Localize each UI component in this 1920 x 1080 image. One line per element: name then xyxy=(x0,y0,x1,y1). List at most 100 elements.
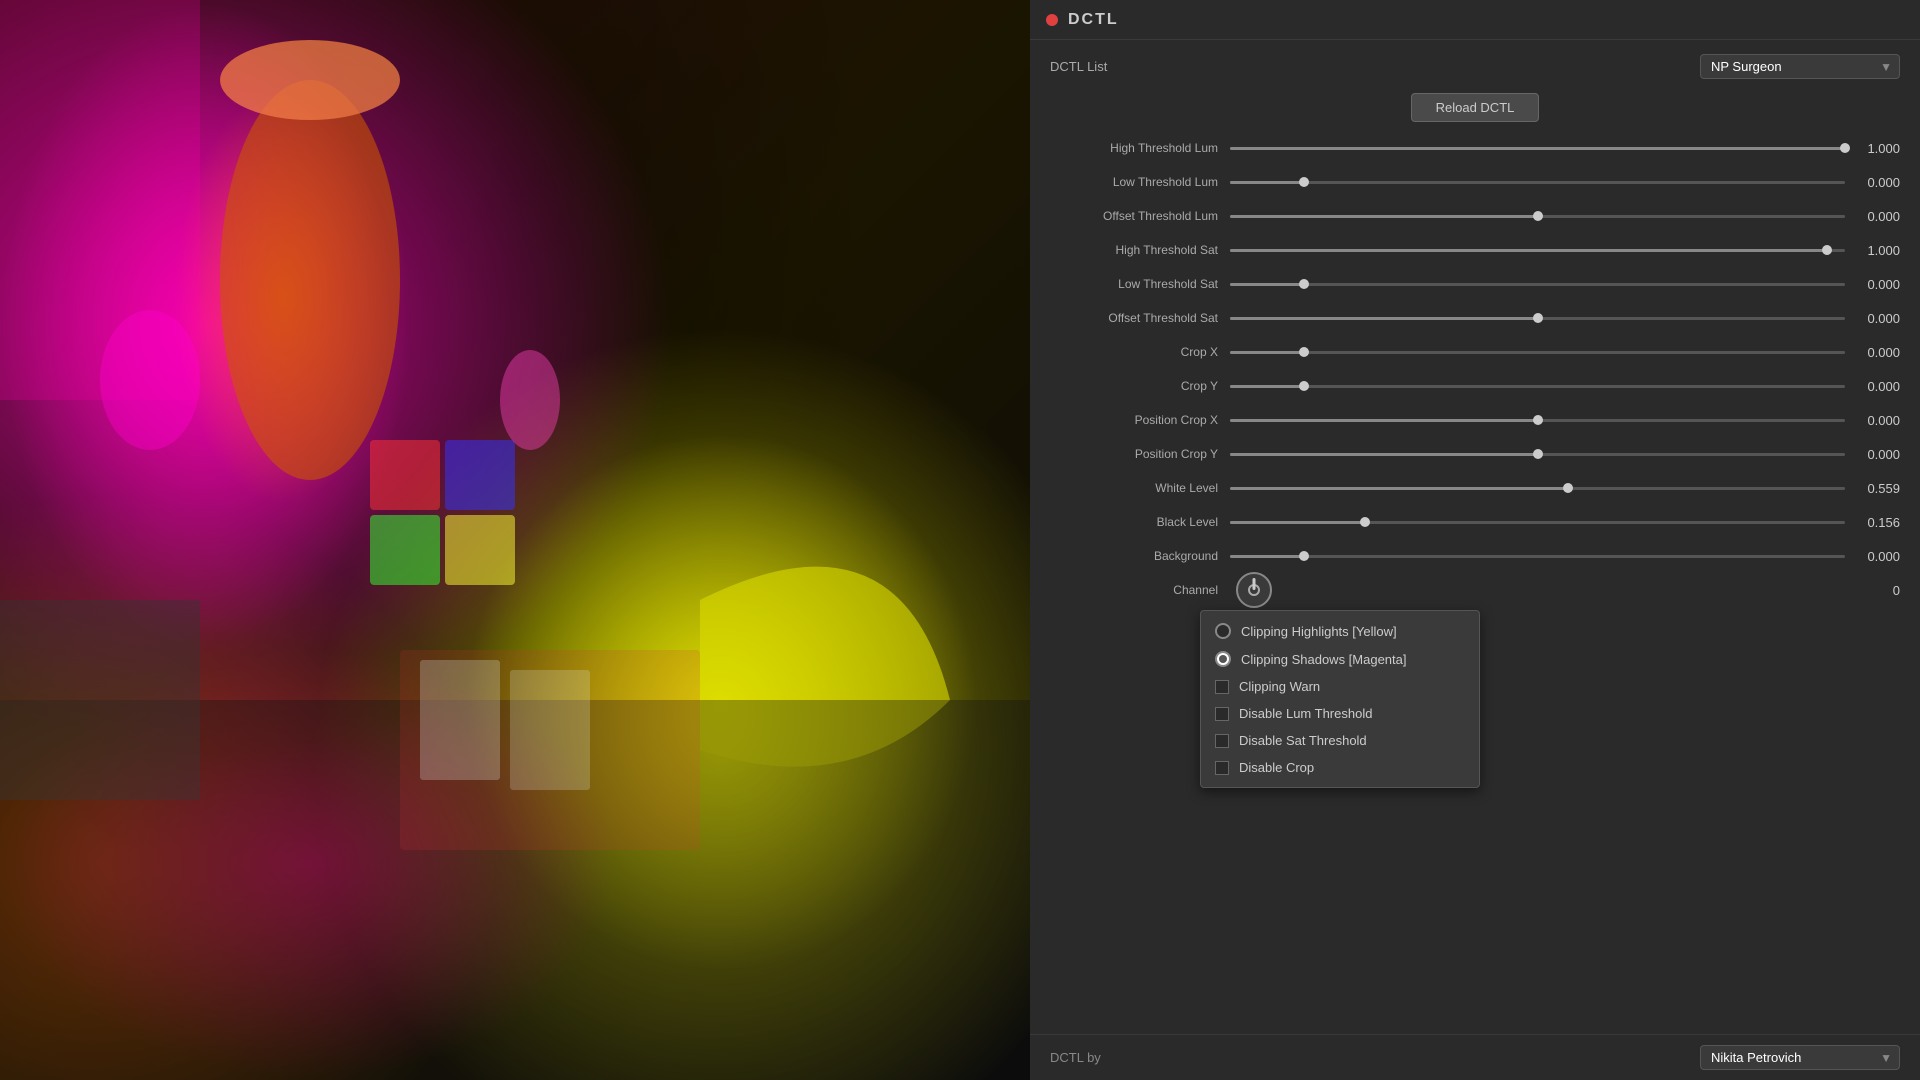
check-box-4 xyxy=(1215,734,1229,748)
slider-track-4[interactable] xyxy=(1230,283,1845,286)
dctl-list-row: DCTL List NP Surgeon ▼ xyxy=(1050,50,1900,83)
slider-thumb-0[interactable] xyxy=(1840,143,1850,153)
slider-thumb-11[interactable] xyxy=(1360,517,1370,527)
slider-label-10: White Level xyxy=(1050,481,1230,495)
dctl-list-label: DCTL List xyxy=(1050,59,1107,74)
slider-row-0: High Threshold Lum 1.000 xyxy=(1050,134,1900,162)
dctl-list-dropdown-wrapper: NP Surgeon ▼ xyxy=(1700,54,1900,79)
channel-dial[interactable] xyxy=(1236,572,1272,608)
dctl-author-dropdown-wrapper: Nikita Petrovich ▼ xyxy=(1700,1045,1900,1070)
channel-row: Channel 0 Clipping Highlights [Yellow]Cl… xyxy=(1050,576,1900,604)
slider-thumb-7[interactable] xyxy=(1299,381,1309,391)
panel-content: DCTL List NP Surgeon ▼ Reload DCTL High … xyxy=(1030,40,1920,1034)
dctl-author-dropdown[interactable]: Nikita Petrovich xyxy=(1700,1045,1900,1070)
slider-track-5[interactable] xyxy=(1230,317,1845,320)
slider-value-12: 0.000 xyxy=(1845,549,1900,564)
slider-row-11: Black Level 0.156 xyxy=(1050,508,1900,536)
slider-row-7: Crop Y0.000 xyxy=(1050,372,1900,400)
slider-row-12: Background0.000 xyxy=(1050,542,1900,570)
dctl-by-label: DCTL by xyxy=(1050,1050,1101,1065)
slider-thumb-8[interactable] xyxy=(1533,415,1543,425)
slider-value-9: 0.000 xyxy=(1845,447,1900,462)
slider-value-4: 0.000 xyxy=(1845,277,1900,292)
channel-value: 0 xyxy=(1845,583,1900,598)
slider-label-9: Position Crop Y xyxy=(1050,447,1230,461)
check-box-2 xyxy=(1215,680,1229,694)
slider-thumb-12[interactable] xyxy=(1299,551,1309,561)
slider-row-3: High Threshold Sat 1.000 xyxy=(1050,236,1900,264)
slider-label-8: Position Crop X xyxy=(1050,413,1230,427)
slider-row-8: Position Crop X 0.000 xyxy=(1050,406,1900,434)
reload-dctl-button[interactable]: Reload DCTL xyxy=(1411,93,1540,122)
slider-value-8: 0.000 xyxy=(1845,413,1900,428)
slider-value-2: 0.000 xyxy=(1845,209,1900,224)
slider-row-1: Low Threshold Lum 0.000 xyxy=(1050,168,1900,196)
slider-track-12[interactable] xyxy=(1230,555,1845,558)
slider-value-0: 1.000 xyxy=(1845,141,1900,156)
slider-track-7[interactable] xyxy=(1230,385,1845,388)
header-dot xyxy=(1046,14,1058,26)
slider-thumb-4[interactable] xyxy=(1299,279,1309,289)
slider-track-1[interactable] xyxy=(1230,181,1845,184)
slider-thumb-6[interactable] xyxy=(1299,347,1309,357)
dropdown-item-label-1: Clipping Shadows [Magenta] xyxy=(1241,652,1407,667)
slider-track-10[interactable] xyxy=(1230,487,1845,490)
slider-value-10: 0.559 xyxy=(1845,481,1900,496)
panel-title: DCTL xyxy=(1068,11,1119,29)
sliders-container: High Threshold Lum 1.000 Low Threshold Lum… xyxy=(1050,134,1900,570)
dctl-list-dropdown[interactable]: NP Surgeon xyxy=(1700,54,1900,79)
slider-value-6: 0.000 xyxy=(1845,345,1900,360)
slider-track-9[interactable] xyxy=(1230,453,1845,456)
slider-value-1: 0.000 xyxy=(1845,175,1900,190)
slider-label-6: Crop X xyxy=(1050,345,1230,359)
slider-row-9: Position Crop Y 0.000 xyxy=(1050,440,1900,468)
check-circle-1 xyxy=(1215,651,1231,667)
slider-track-0[interactable] xyxy=(1230,147,1845,150)
dropdown-item-3[interactable]: Disable Lum Threshold xyxy=(1201,700,1479,727)
slider-track-11[interactable] xyxy=(1230,521,1845,524)
slider-track-6[interactable] xyxy=(1230,351,1845,354)
slider-value-11: 0.156 xyxy=(1845,515,1900,530)
slider-label-0: High Threshold Lum xyxy=(1050,141,1230,155)
dropdown-item-1[interactable]: Clipping Shadows [Magenta] xyxy=(1201,645,1479,673)
slider-thumb-2[interactable] xyxy=(1533,211,1543,221)
slider-label-2: Offset Threshold Lum xyxy=(1050,209,1230,223)
slider-thumb-10[interactable] xyxy=(1563,483,1573,493)
channel-dropdown-menu: Clipping Highlights [Yellow] Clipping Sha… xyxy=(1200,610,1480,788)
image-preview-area xyxy=(0,0,1030,1080)
slider-value-3: 1.000 xyxy=(1845,243,1900,258)
slider-track-8[interactable] xyxy=(1230,419,1845,422)
slider-value-7: 0.000 xyxy=(1845,379,1900,394)
slider-label-1: Low Threshold Lum xyxy=(1050,175,1230,189)
dropdown-item-4[interactable]: Disable Sat Threshold xyxy=(1201,727,1479,754)
channel-label: Channel xyxy=(1050,583,1230,597)
slider-row-4: Low Threshold Sat 0.000 xyxy=(1050,270,1900,298)
check-box-3 xyxy=(1215,707,1229,721)
slider-label-11: Black Level xyxy=(1050,515,1230,529)
slider-row-5: Offset Threshold Sat 0.000 xyxy=(1050,304,1900,332)
dropdown-item-label-3: Disable Lum Threshold xyxy=(1239,706,1372,721)
slider-label-3: High Threshold Sat xyxy=(1050,243,1230,257)
slider-label-5: Offset Threshold Sat xyxy=(1050,311,1230,325)
dctl-by-row: DCTL by Nikita Petrovich ▼ xyxy=(1030,1034,1920,1080)
slider-label-4: Low Threshold Sat xyxy=(1050,277,1230,291)
slider-row-10: White Level 0.559 xyxy=(1050,474,1900,502)
dropdown-item-label-5: Disable Crop xyxy=(1239,760,1314,775)
slider-row-6: Crop X 0.000 xyxy=(1050,338,1900,366)
slider-thumb-1[interactable] xyxy=(1299,177,1309,187)
dropdown-item-5[interactable]: Disable Crop xyxy=(1201,754,1479,781)
slider-track-3[interactable] xyxy=(1230,249,1845,252)
slider-value-5: 0.000 xyxy=(1845,311,1900,326)
slider-thumb-9[interactable] xyxy=(1533,449,1543,459)
check-box-5 xyxy=(1215,761,1229,775)
slider-thumb-5[interactable] xyxy=(1533,313,1543,323)
dropdown-item-label-0: Clipping Highlights [Yellow] xyxy=(1241,624,1397,639)
right-panel: DCTL DCTL List NP Surgeon ▼ Reload DCTL … xyxy=(1030,0,1920,1080)
slider-track-2[interactable] xyxy=(1230,215,1845,218)
reload-btn-row: Reload DCTL xyxy=(1050,93,1900,122)
panel-header: DCTL xyxy=(1030,0,1920,40)
dropdown-item-0[interactable]: Clipping Highlights [Yellow] xyxy=(1201,617,1479,645)
dropdown-item-2[interactable]: Clipping Warn xyxy=(1201,673,1479,700)
slider-thumb-3[interactable] xyxy=(1822,245,1832,255)
dropdown-item-label-4: Disable Sat Threshold xyxy=(1239,733,1367,748)
